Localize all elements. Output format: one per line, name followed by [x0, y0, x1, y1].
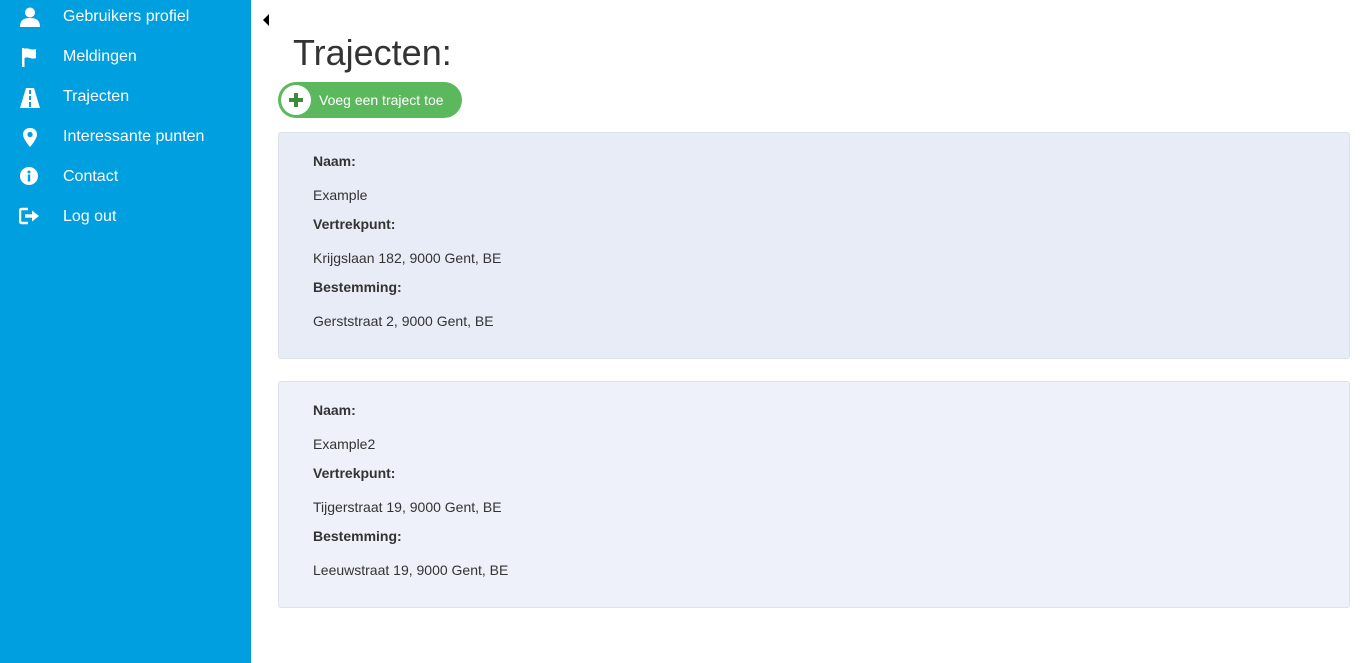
- add-route-button[interactable]: Voeg een traject toe: [278, 82, 462, 118]
- sidebar-toggle-icon[interactable]: [261, 13, 271, 27]
- sidebar-item-label: Log out: [63, 208, 117, 225]
- road-icon: [19, 87, 41, 109]
- info-circle-icon: [19, 167, 41, 189]
- route-start: Krijgslaan 182, 9000 Gent, BE: [313, 250, 502, 266]
- name-label: Naam:: [313, 402, 356, 418]
- user-icon: [19, 7, 41, 29]
- route-name: Example: [313, 187, 368, 203]
- sidebar-item-label: Trajecten: [63, 88, 130, 105]
- plus-circle-icon: [281, 85, 311, 115]
- sign-out-icon: [18, 207, 41, 229]
- sidebar-item-gebruikers-profiel[interactable]: Gebruikers profiel: [0, 7, 251, 47]
- sidebar-item-label: Meldingen: [63, 48, 137, 65]
- sidebar-item-meldingen[interactable]: Meldingen: [0, 47, 251, 87]
- route-destination: Gerststraat 2, 9000 Gent, BE: [313, 313, 494, 329]
- route-destination: Leeuwstraat 19, 9000 Gent, BE: [313, 562, 509, 578]
- map-marker-icon: [19, 127, 41, 149]
- add-route-label: Voeg een traject toe: [319, 92, 444, 108]
- sidebar: Gebruikers profiel Meldingen Trajecten I…: [0, 0, 251, 663]
- route-card: Naam: Example2 Vertrekpunt: Tijgerstraat…: [278, 381, 1350, 608]
- destination-label: Bestemming:: [313, 279, 402, 295]
- sidebar-item-trajecten[interactable]: Trajecten: [0, 87, 251, 127]
- route-card: Naam: Example Vertrekpunt: Krijgslaan 18…: [278, 132, 1350, 359]
- sidebar-item-contact[interactable]: Contact: [0, 167, 251, 207]
- name-label: Naam:: [313, 153, 356, 169]
- destination-label: Bestemming:: [313, 528, 402, 544]
- page-title: Trajecten:: [293, 32, 452, 73]
- sidebar-item-label: Gebruikers profiel: [63, 8, 190, 25]
- flag-icon: [19, 47, 41, 69]
- sidebar-item-interessante-punten[interactable]: Interessante punten: [0, 127, 251, 167]
- route-start: Tijgerstraat 19, 9000 Gent, BE: [313, 499, 502, 515]
- start-label: Vertrekpunt:: [313, 216, 396, 232]
- start-label: Vertrekpunt:: [313, 465, 396, 481]
- sidebar-item-label: Contact: [63, 168, 119, 185]
- sidebar-item-log-out[interactable]: Log out: [0, 207, 251, 247]
- route-name: Example2: [313, 436, 376, 452]
- sidebar-item-label: Interessante punten: [63, 128, 205, 145]
